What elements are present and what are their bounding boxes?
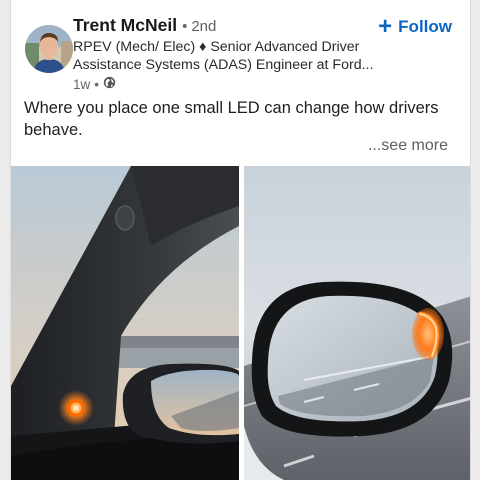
separator-dot: • <box>94 76 99 92</box>
see-more-link[interactable]: ...see more <box>368 137 448 155</box>
author-name-row: Trent McNeil • 2nd <box>73 15 393 36</box>
follow-label: Follow <box>398 17 452 36</box>
post-media-grid <box>11 166 470 480</box>
author-headline: RPEV (Mech/ Elec) ♦ Senior Advanced Driv… <box>73 39 374 73</box>
avatar-photo <box>25 25 73 73</box>
post-header: Trent McNeil • 2nd RPEV (Mech/ Elec) ♦ S… <box>11 0 470 92</box>
post-time: 1w <box>73 76 91 92</box>
feed-post-card: Trent McNeil • 2nd RPEV (Mech/ Elec) ♦ S… <box>10 0 471 480</box>
follow-button[interactable]: + Follow <box>378 15 452 39</box>
plus-icon: + <box>378 13 393 40</box>
post-timestamp-row: 1w • <box>73 76 393 92</box>
avatar[interactable] <box>25 25 73 73</box>
post-image-a-pillar[interactable] <box>11 166 239 480</box>
post-body-text: Where you place one small LED can change… <box>24 99 439 139</box>
separator-dot: • <box>182 18 188 35</box>
globe-icon <box>103 76 116 92</box>
author-meta: Trent McNeil • 2nd RPEV (Mech/ Elec) ♦ S… <box>73 15 393 92</box>
connection-degree: 2nd <box>191 18 217 35</box>
author-name[interactable]: Trent McNeil <box>73 15 177 36</box>
post-image-side-mirror[interactable] <box>244 166 470 480</box>
